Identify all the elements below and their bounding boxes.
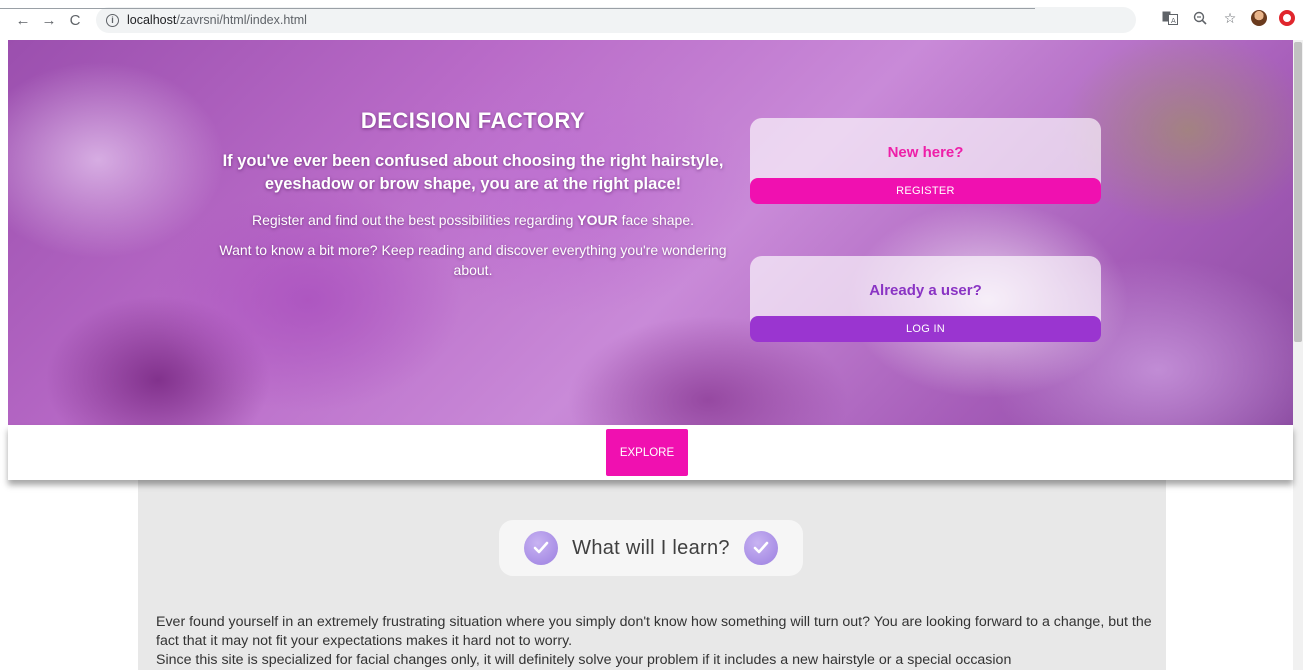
explore-bar: EXPLORE — [8, 425, 1293, 480]
paragraph-2: Since this site is specialized for facia… — [156, 652, 1012, 668]
paragraph-1: Ever found yourself in an extremely frus… — [156, 614, 1152, 649]
url-host: localhost — [127, 13, 177, 27]
tab-strip-line — [0, 8, 1035, 9]
zoom-icon[interactable] — [1191, 9, 1209, 27]
site-title: DECISION FACTORY — [360, 108, 586, 133]
reload-icon[interactable]: C — [64, 9, 86, 31]
login-question: Already a user? — [869, 282, 982, 299]
register-prompt-emphasis: YOUR — [577, 212, 618, 228]
translate-icon[interactable]: A — [1161, 9, 1179, 27]
star-icon[interactable]: ☆ — [1221, 9, 1239, 27]
browser-actions: A ☆ — [1161, 9, 1295, 27]
login-card: Already a user? LOG IN — [750, 256, 1101, 342]
scrollbar-thumb[interactable] — [1294, 42, 1302, 342]
register-question: New here? — [887, 144, 964, 161]
url-path: /zavrsni/html/index.html — [176, 13, 307, 27]
check-circle-icon — [524, 531, 559, 565]
register-prompt: Register and find out the best possibili… — [203, 210, 743, 230]
login-button[interactable]: LOG IN — [750, 316, 1101, 342]
address-bar[interactable]: i localhost/zavrsni/html/index.html — [96, 7, 1136, 33]
forward-arrow-icon[interactable]: → — [38, 9, 60, 31]
register-card: New here? REGISTER — [750, 118, 1101, 204]
hero-text: DECISION FACTORY If you've ever been con… — [203, 108, 743, 290]
back-arrow-icon[interactable]: ← — [12, 9, 34, 31]
explore-button[interactable]: EXPLORE — [606, 429, 688, 476]
section-title: What will I learn? — [572, 536, 730, 559]
check-circle-icon — [743, 531, 778, 565]
intro-text: Ever found yourself in an extremely frus… — [156, 613, 1156, 670]
opera-icon[interactable] — [1279, 10, 1295, 26]
profile-avatar-icon[interactable] — [1251, 10, 1267, 26]
learn-heading: What will I learn? — [499, 520, 803, 576]
info-icon[interactable]: i — [106, 13, 119, 27]
hero-banner: DECISION FACTORY If you've ever been con… — [8, 40, 1293, 425]
learn-section: What will I learn? Ever found yourself i… — [138, 480, 1166, 670]
browser-toolbar: ← → C i localhost/zavrsni/html/index.htm… — [0, 0, 1303, 40]
more-info-text: Want to know a bit more? Keep reading an… — [219, 242, 727, 278]
svg-text:A: A — [1171, 17, 1176, 25]
register-prompt-after: face shape. — [617, 212, 695, 228]
register-button[interactable]: REGISTER — [750, 178, 1101, 204]
hero-tagline: If you've ever been confused about choos… — [222, 152, 724, 193]
register-prompt-before: Register and find out the best possibili… — [251, 212, 578, 228]
page-scrollbar[interactable] — [1293, 40, 1303, 670]
